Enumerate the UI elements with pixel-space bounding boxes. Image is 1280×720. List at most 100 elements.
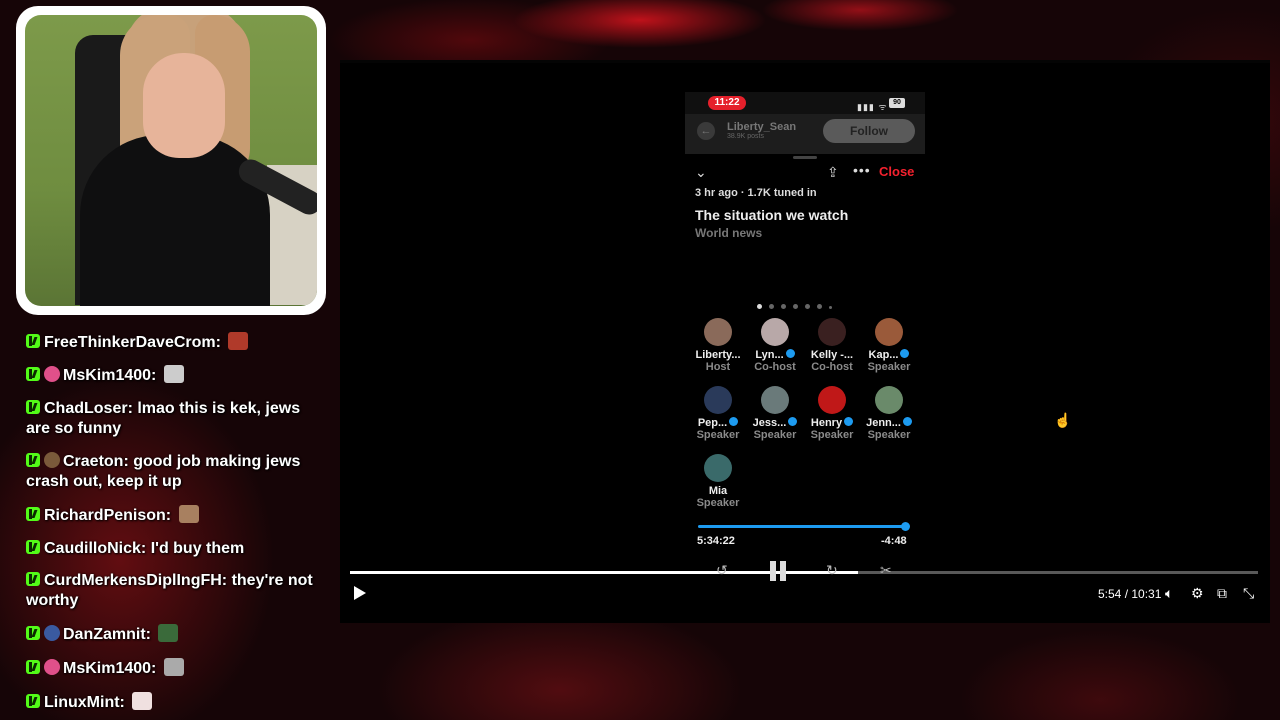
speaker-item[interactable]: Lyn... Co-host [745, 318, 805, 373]
rewind-icon: ↺ [716, 562, 728, 578]
webcam-video [25, 15, 317, 306]
kick-badge-icon [26, 400, 40, 414]
settings-icon[interactable]: ⚙ [1191, 585, 1204, 602]
play-icon[interactable] [354, 586, 366, 600]
speaker-avatar [761, 318, 789, 346]
speaker-name: Jess... [745, 417, 805, 429]
speaker-avatar [818, 386, 846, 414]
emote-icon [228, 332, 249, 350]
space-elapsed: 5:34:22 [697, 535, 735, 547]
kick-badge-icon [26, 540, 40, 554]
fullscreen-exit-icon[interactable]: ⤡ [1243, 585, 1254, 602]
kick-badge-icon [26, 660, 40, 674]
sub-badge-icon [44, 625, 60, 641]
volume-icon[interactable]: 🔈︎ [1165, 585, 1173, 602]
scissors-icon: ✂ [880, 562, 892, 578]
kick-badge-icon [26, 694, 40, 708]
speaker-item[interactable]: Pep... Speaker [688, 386, 748, 441]
profile-posts: 38.9K posts [727, 133, 764, 140]
kick-badge-icon [26, 572, 40, 586]
speaker-name: Henry [802, 417, 862, 429]
speaker-item[interactable]: Jenn... Speaker [859, 386, 919, 441]
speaker-avatar [704, 318, 732, 346]
speaker-item[interactable]: Kap... Speaker [859, 318, 919, 373]
verified-icon [785, 349, 795, 358]
speaker-role: Co-host [754, 361, 796, 373]
space-meta: 3 hr ago · 1.7K tuned in [695, 187, 817, 199]
more-icon[interactable]: ••• [853, 162, 871, 178]
speaker-role: Speaker [810, 429, 854, 441]
chat-message: ChadLoser: lmao this is kek, jews are so… [26, 399, 324, 439]
speaker-item[interactable]: Mia Speaker [688, 454, 748, 509]
speaker-item[interactable]: Kelly -... Co-host [802, 318, 862, 373]
speaker-role: Host [705, 361, 731, 373]
speaker-name: Lyn... [745, 349, 805, 361]
signal-icon: ▮▮▮ ᯤ [857, 102, 888, 112]
sub-badge-icon [44, 452, 60, 468]
verified-icon [788, 417, 798, 426]
chat-message: Craeton: good job making jews crash out,… [26, 452, 324, 492]
verified-icon [902, 417, 912, 426]
speaker-avatar [761, 386, 789, 414]
speaker-name: Kap... [859, 349, 919, 361]
chat-username: CaudilloNick: [44, 540, 147, 557]
space-remaining: -4:48 [881, 535, 907, 547]
speaker-name: Liberty... [695, 349, 741, 361]
chat-message: CaudilloNick: I'd buy them [26, 539, 324, 559]
speaker-item[interactable]: Jess... Speaker [745, 386, 805, 441]
pause-icon [768, 561, 788, 581]
space-progress-track[interactable] [698, 525, 906, 528]
space-title: The situation we watch [695, 207, 849, 223]
speaker-role: Speaker [753, 429, 797, 441]
webcam-person-face [143, 53, 225, 158]
verified-icon [900, 349, 910, 358]
chat-username: FreeThinkerDaveCrom: [44, 334, 221, 351]
share-icon[interactable]: ⇪ [827, 164, 839, 181]
miniplayer-icon[interactable]: ⧉ [1217, 585, 1227, 602]
emote-icon [158, 624, 179, 642]
chat-message: MsKim1400: [26, 658, 324, 679]
chat-username: LinuxMint: [44, 694, 125, 711]
chat-username: CurdMerkensDiplIngFH: [44, 572, 228, 589]
chat-username: MsKim1400: [63, 367, 157, 384]
sub-badge-icon [44, 659, 60, 675]
emote-icon [178, 505, 199, 523]
chat-message: MsKim1400: [26, 365, 324, 386]
space-topic: World news [695, 226, 763, 240]
chat-message: DanZamnit: [26, 624, 324, 645]
kick-badge-icon [26, 453, 40, 467]
kick-badge-icon [26, 334, 40, 348]
chat-username: MsKim1400: [63, 660, 157, 677]
speaker-role: Speaker [867, 361, 911, 373]
chevron-down-icon[interactable]: ⌄ [695, 164, 707, 181]
space-progress-knob[interactable] [901, 522, 910, 531]
chat-overlay: FreeThinkerDaveCrom: MsKim1400: ChadLose… [24, 330, 324, 720]
chat-username: ChadLoser: [44, 400, 133, 417]
forward-icon: ↻ [826, 562, 838, 578]
chat-message: CurdMerkensDiplIngFH: they're not worthy [26, 571, 324, 611]
emote-icon [132, 692, 153, 710]
close-button[interactable]: Close [879, 164, 914, 179]
kick-badge-icon [26, 507, 40, 521]
back-icon[interactable]: ← [697, 122, 715, 140]
kick-badge-icon [26, 367, 40, 381]
battery-icon: 90 [889, 98, 905, 108]
phone-recording: 11:22 ▮▮▮ ᯤ 90 ← Liberty_Sean 38.9K post… [685, 92, 925, 552]
status-time: 11:22 [708, 96, 746, 110]
profile-name: Liberty_Sean [727, 121, 797, 133]
speaker-item[interactable]: Liberty... Host [688, 318, 748, 373]
speaker-item[interactable]: Henry Speaker [802, 386, 862, 441]
follow-button[interactable]: Follow [823, 119, 915, 143]
speaker-name: Kelly -... [810, 349, 854, 361]
chat-message: RichardPenison: [26, 505, 324, 526]
speaker-name: Jenn... [859, 417, 919, 429]
sheet-handle[interactable] [793, 156, 817, 159]
speaker-avatar [875, 386, 903, 414]
player-time: 5:54 / 10:31 [1098, 587, 1162, 601]
speaker-avatar [875, 318, 903, 346]
speaker-avatar [704, 386, 732, 414]
webcam-person-body [80, 135, 270, 306]
emote-icon [163, 365, 184, 383]
chat-message: LinuxMint: [26, 692, 324, 713]
emote-icon [163, 658, 184, 676]
